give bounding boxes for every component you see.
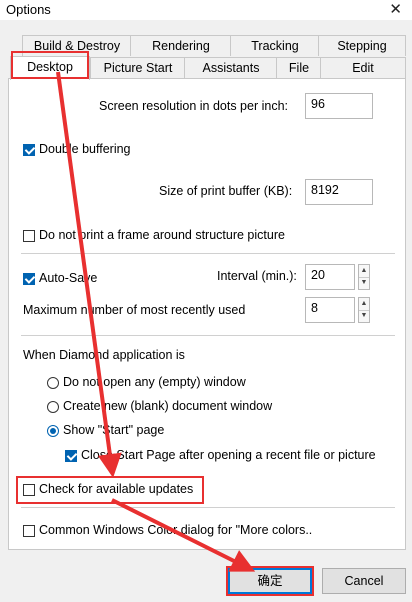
radio-start-page-label: Show "Start" page — [63, 423, 165, 437]
radio-start-page[interactable] — [47, 425, 59, 437]
radio-empty-window-label: Do not open any (empty) window — [63, 375, 246, 389]
print-buffer-field[interactable]: 8192 — [305, 179, 373, 205]
close-icon[interactable]: ✕ — [389, 0, 402, 18]
tab-rendering[interactable]: Rendering — [130, 35, 232, 56]
double-buffering-checkbox[interactable] — [23, 144, 35, 156]
tab-tracking[interactable]: Tracking — [230, 35, 320, 56]
color-dialog-checkbox[interactable] — [23, 525, 35, 537]
autosave-label: Auto-Save — [39, 271, 98, 285]
resolution-label: Screen resolution in dots per inch: — [99, 99, 288, 113]
tab-picture-start[interactable]: Picture Start — [90, 57, 186, 78]
double-buffering-label: Double buffering — [39, 142, 131, 156]
cancel-button[interactable]: Cancel — [322, 568, 406, 594]
interval-field[interactable]: 20 — [305, 264, 355, 290]
mru-spinner[interactable]: ▲ ▼ — [358, 297, 370, 323]
window-title: Options — [6, 2, 51, 17]
highlight-desktop-tab — [11, 51, 89, 79]
interval-label: Interval (min.): — [217, 269, 297, 283]
tab-assistants[interactable]: Assistants — [184, 57, 278, 78]
close-start-label: Close Start Page after opening a recent … — [81, 448, 376, 462]
tab-file[interactable]: File — [276, 57, 322, 78]
radio-blank-document[interactable] — [47, 401, 59, 413]
print-buffer-label: Size of print buffer (KB): — [159, 184, 293, 198]
radio-blank-document-label: Create new (blank) document window — [63, 399, 273, 413]
highlight-check-updates — [16, 476, 204, 504]
spin-down-icon[interactable]: ▼ — [359, 310, 369, 322]
close-start-checkbox[interactable] — [65, 450, 77, 462]
when-label: When Diamond application is — [23, 348, 185, 362]
color-dialog-label: Common Windows Color dialog for "More co… — [39, 523, 313, 537]
resolution-field[interactable]: 96 — [305, 93, 373, 119]
highlight-ok-button — [226, 566, 314, 596]
title-bar: Options ✕ — [0, 0, 412, 20]
interval-spinner[interactable]: ▲ ▼ — [358, 264, 370, 290]
mru-field[interactable]: 8 — [305, 297, 355, 323]
separator — [21, 335, 395, 336]
separator — [21, 253, 395, 254]
autosave-checkbox[interactable] — [23, 273, 35, 285]
mru-label: Maximum number of most recently used — [23, 303, 246, 317]
tab-stepping[interactable]: Stepping — [318, 35, 406, 56]
no-frame-checkbox[interactable] — [23, 230, 35, 242]
no-frame-label: Do not print a frame around structure pi… — [39, 228, 285, 242]
tab-edit[interactable]: Edit — [320, 57, 406, 78]
radio-empty-window[interactable] — [47, 377, 59, 389]
separator — [21, 507, 395, 508]
spin-down-icon[interactable]: ▼ — [359, 277, 369, 289]
